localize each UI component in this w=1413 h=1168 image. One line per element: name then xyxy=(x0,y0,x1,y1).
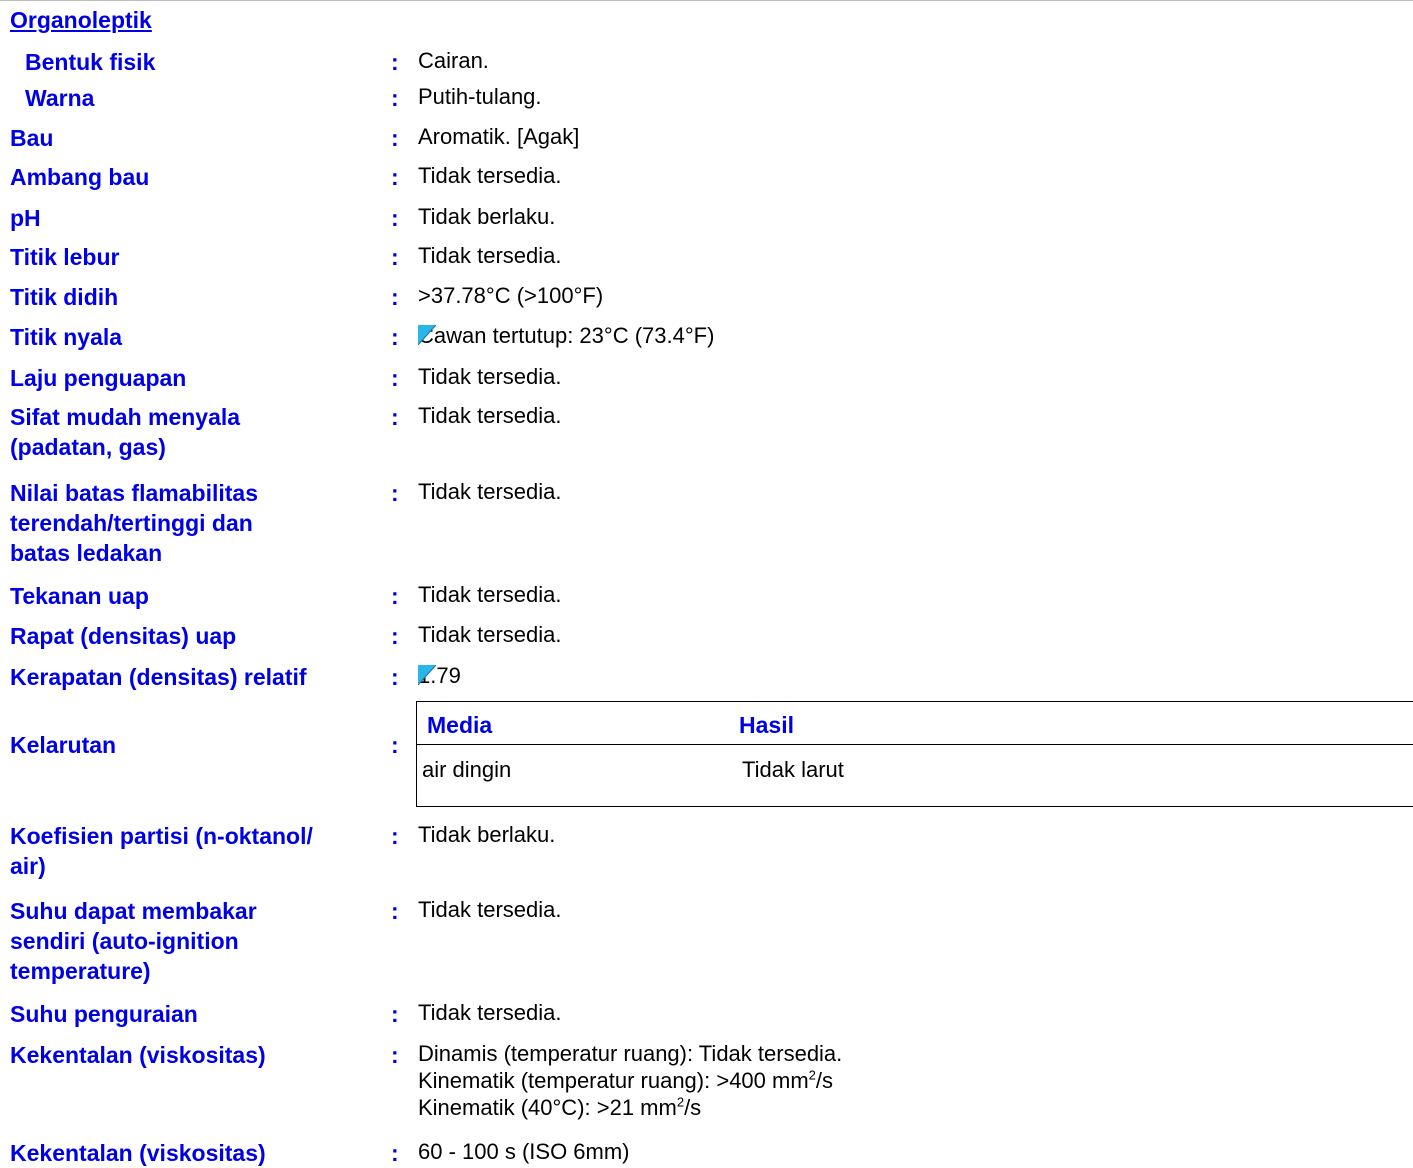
property-label: Kekentalan (viskositas) xyxy=(10,1140,266,1166)
property-value: Tidak tersedia. xyxy=(418,403,562,428)
colon-separator: : xyxy=(391,324,399,350)
viscosity-kinematic-40c-line: Kinematik (40°C): >21 mm2/s xyxy=(418,1094,702,1120)
property-label: pH xyxy=(10,205,41,231)
property-label: Rapat (densitas) uap xyxy=(10,623,237,649)
property-value: Tidak tersedia. xyxy=(418,897,562,922)
property-value: Tidak tersedia. xyxy=(418,622,562,647)
table-cell-hasil: Tidak larut xyxy=(742,757,844,782)
colon-separator: : xyxy=(391,1042,399,1068)
property-label: Laju penguapan xyxy=(10,365,187,391)
property-label: Kerapatan (densitas) relatif xyxy=(10,664,307,690)
property-label: Kelarutan xyxy=(10,732,117,758)
colon-separator: : xyxy=(391,284,399,310)
viscosity-kinematic-room-line: Kinematik (temperatur ruang): >400 mm2/s xyxy=(418,1067,834,1093)
property-label-line: Koefisien partisi (n-oktanol/ xyxy=(10,823,313,849)
table-cell-media: air dingin xyxy=(422,757,512,782)
colon-separator: : xyxy=(391,732,399,758)
property-label: Koefisien partisi (n-oktanol/ air) xyxy=(10,821,390,881)
property-value: Putih-tulang. xyxy=(418,84,542,109)
colon-separator: : xyxy=(391,164,399,190)
property-value: Tidak tersedia. xyxy=(418,364,562,389)
property-label-line: (padatan, gas) xyxy=(10,434,166,460)
property-value: Tidak berlaku. xyxy=(418,822,556,847)
property-label: Titik didih xyxy=(10,284,119,310)
colon-separator: : xyxy=(391,244,399,270)
colon-separator: : xyxy=(391,404,399,430)
colon-separator: : xyxy=(391,85,399,111)
superscript: 2 xyxy=(808,1067,816,1083)
property-label: Suhu dapat membakar sendiri (auto-igniti… xyxy=(10,896,390,986)
property-label-line: Nilai batas flamabilitas xyxy=(10,480,258,506)
property-value: Tidak tersedia. xyxy=(418,479,562,504)
property-value-text: Cawan tertutup: 23°C (73.4°F) xyxy=(418,323,715,348)
property-value: Dinamis (temperatur ruang): Tidak tersed… xyxy=(418,1040,842,1121)
colon-separator: : xyxy=(391,823,399,849)
colon-separator: : xyxy=(391,125,399,151)
colon-separator: : xyxy=(391,898,399,924)
property-label-line: sendiri (auto-ignition xyxy=(10,928,239,954)
property-value: Aromatik. [Agak] xyxy=(418,124,580,149)
colon-separator: : xyxy=(391,664,399,690)
property-label-line: temperature) xyxy=(10,958,151,984)
property-value: Tidak berlaku. xyxy=(418,204,556,229)
property-label: Bau xyxy=(10,125,54,151)
property-value: Cawan tertutup: 23°C (73.4°F) xyxy=(418,322,714,350)
property-value: Tidak tersedia. xyxy=(418,243,562,268)
colon-separator: : xyxy=(391,205,399,231)
property-label: Tekanan uap xyxy=(10,583,149,609)
colon-separator: : xyxy=(391,1001,399,1027)
property-label-line: terendah/tertinggi dan xyxy=(10,510,253,536)
property-label: Titik nyala xyxy=(10,324,123,350)
property-label-line: air) xyxy=(10,853,46,879)
solubility-table: Media Hasil air dingin Tidak larut xyxy=(416,701,1413,807)
property-label: Suhu penguraian xyxy=(10,1001,198,1027)
property-value: Tidak tersedia. xyxy=(418,163,562,188)
table-header-media: Media xyxy=(427,712,493,738)
property-label-line: Suhu dapat membakar xyxy=(10,898,257,924)
property-label: Kekentalan (viskositas) xyxy=(10,1042,266,1068)
property-label: Sifat mudah menyala (padatan, gas) xyxy=(10,402,390,462)
property-value: 60 - 100 s (ISO 6mm) xyxy=(418,1139,630,1164)
property-value: Tidak tersedia. xyxy=(418,1000,562,1025)
colon-separator: : xyxy=(391,365,399,391)
property-label: Titik lebur xyxy=(10,244,120,270)
property-label: Warna xyxy=(25,85,95,111)
table-header-rule xyxy=(417,744,1413,745)
property-value: 1.79 xyxy=(418,662,461,690)
top-rule xyxy=(0,0,1413,1)
colon-separator: : xyxy=(391,49,399,75)
property-value: >37.78°C (>100°F) xyxy=(418,283,604,308)
property-label: Nilai batas flamabilitas terendah/tertin… xyxy=(10,478,390,568)
table-header-hasil: Hasil xyxy=(739,712,794,738)
colon-separator: : xyxy=(391,1140,399,1166)
property-label-line: Sifat mudah menyala xyxy=(10,404,241,430)
colon-separator: : xyxy=(391,480,399,506)
viscosity-dynamic-line: Dinamis (temperatur ruang): Tidak tersed… xyxy=(418,1041,843,1066)
section-heading-organoleptik: Organoleptik xyxy=(10,7,152,33)
colon-separator: : xyxy=(391,623,399,649)
property-value: Cairan. xyxy=(418,48,489,73)
property-label: Bentuk fisik xyxy=(25,49,156,75)
property-label: Ambang bau xyxy=(10,164,150,190)
superscript: 2 xyxy=(676,1094,685,1110)
property-label-line: batas ledakan xyxy=(10,540,163,566)
property-value: Tidak tersedia. xyxy=(418,582,562,607)
colon-separator: : xyxy=(391,583,399,609)
